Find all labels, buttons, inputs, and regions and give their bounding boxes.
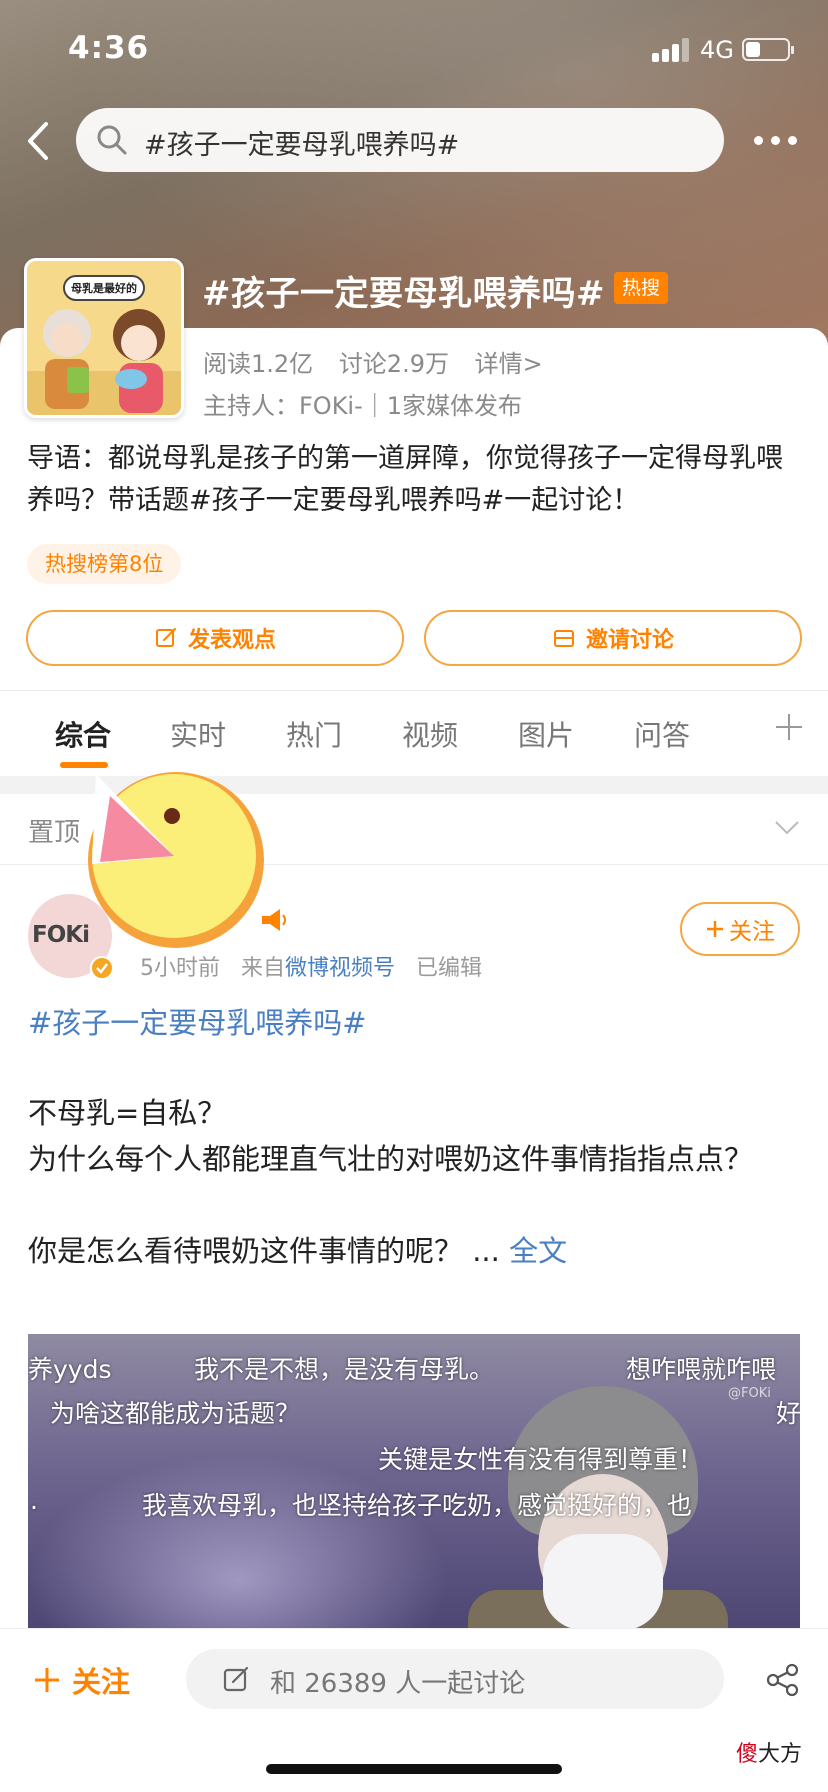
more-button[interactable] — [752, 128, 800, 152]
add-tab-icon[interactable] — [774, 712, 804, 742]
post-source-prefix: 来自 — [241, 956, 286, 981]
home-indicator[interactable] — [266, 1764, 562, 1774]
chevron-down-icon — [775, 821, 799, 835]
post-source-link[interactable]: 微博视频号 — [285, 956, 395, 981]
tab-qa[interactable]: 问答 — [634, 714, 690, 754]
search-icon — [97, 125, 127, 155]
tab-hot[interactable]: 热门 — [286, 714, 342, 754]
video-player[interactable]: 养yyds 我不是不想，是没有母乳。 想咋喂就咋喂 为啥这都能成为话题？ 关键是… — [28, 1334, 800, 1630]
invite-discussion-label: 邀请讨论 — [585, 628, 674, 653]
post-edited-label: 已编辑 — [416, 956, 483, 981]
post-hashtag[interactable]: #孩子一定要母乳喂养吗# — [28, 1000, 367, 1042]
hot-badge: 热搜 — [614, 272, 669, 304]
network-label: 4G — [700, 36, 734, 64]
read-full-link[interactable]: 全文 — [509, 1234, 567, 1268]
danmaku-comment: 好 — [776, 1399, 800, 1428]
plus-icon — [35, 1668, 59, 1692]
follow-label: 关注 — [729, 919, 775, 945]
more-dot-icon — [754, 136, 763, 145]
mail-icon — [553, 630, 574, 647]
bottom-follow-button[interactable]: 关注 — [34, 1659, 130, 1701]
discuss-input[interactable]: 和 26389 人一起讨论 — [186, 1649, 724, 1709]
danmaku-comment: 为啥这都能成为话题？ — [50, 1399, 301, 1428]
details-link[interactable]: 详情> — [475, 350, 543, 378]
danmaku-comment: . — [30, 1486, 38, 1515]
bottom-follow-label: 关注 — [72, 1665, 131, 1699]
back-button[interactable] — [20, 116, 60, 166]
discussion-count: 讨论2.9万 — [338, 350, 449, 378]
bottom-bar: 关注 和 26389 人一起讨论 — [0, 1628, 828, 1728]
edit-icon — [155, 628, 176, 647]
tab-overview[interactable]: 综合 — [55, 714, 111, 754]
search-box[interactable]: #孩子一定要母乳喂养吗# — [76, 108, 724, 172]
tab-realtime[interactable]: 实时 — [170, 714, 226, 754]
topic-intro: 导语：都说母乳是孩子的第一道屏障，你觉得孩子一定得母乳喂养吗？带话题#孩子一定要… — [27, 443, 783, 516]
topic-title: #孩子一定要母乳喂养吗# — [202, 274, 605, 314]
topic-host[interactable]: 主持人：FOKi-｜1家媒体发布 — [203, 386, 522, 421]
post-opinion-button[interactable]: 发表观点 — [26, 610, 404, 666]
discuss-placeholder: 和 26389 人一起讨论 — [270, 1669, 526, 1699]
status-bar: 4:36 4G — [0, 0, 828, 100]
danmaku-comment: 关键是女性有没有得到尊重！ — [378, 1445, 704, 1474]
hot-rank-chip[interactable]: 热搜榜第8位 — [27, 544, 182, 584]
search-query: #孩子一定要母乳喂养吗# — [144, 130, 460, 161]
corner-watermark-rest: 大方 — [758, 1742, 803, 1767]
read-count: 阅读1.2亿 — [203, 350, 314, 378]
post-question: 你是怎么看待喂奶这件事情的呢？ ... — [28, 1234, 500, 1268]
battery-icon — [742, 38, 794, 61]
topic-stats: 阅读1.2亿 讨论2.9万 详情> — [203, 344, 561, 379]
tab-video[interactable]: 视频 — [402, 714, 458, 754]
danmaku-comment: 想咋喂就咋喂 — [626, 1355, 777, 1384]
divider — [0, 690, 828, 691]
follow-button[interactable]: 关注 — [680, 902, 800, 956]
thumbnail-caption: 母乳是最好的 — [63, 275, 145, 301]
verified-badge-icon — [90, 956, 114, 980]
video-watermark: @FOKi — [728, 1386, 771, 1401]
plus-icon — [707, 921, 723, 937]
topic-thumbnail: 母乳是最好的 — [24, 258, 184, 418]
corner-watermark: 傻大方 — [736, 1736, 802, 1768]
signal-icon — [652, 38, 696, 62]
post-question-line: 你是怎么看待喂奶这件事情的呢？ ... 全文 — [28, 1228, 800, 1274]
danmaku-comment: 我喜欢母乳，也坚持给孩子吃奶，感觉挺好的，也 — [142, 1491, 693, 1520]
post-time: 5小时前 — [140, 956, 220, 981]
tab-images[interactable]: 图片 — [518, 714, 574, 754]
post-body: 不母乳=自私？ 为什么每个人都能理直气壮的对喂奶这件事情指指点点？ 你是怎么看待… — [28, 1090, 800, 1274]
chevron-left-icon — [28, 122, 48, 160]
invite-discussion-button[interactable]: 邀请讨论 — [424, 610, 802, 666]
share-icon[interactable] — [766, 1663, 800, 1697]
pacman-sticker — [88, 772, 264, 948]
more-dot-icon — [771, 136, 780, 145]
status-time: 4:36 — [68, 30, 150, 66]
post-line: 为什么每个人都能理直气壮的对喂奶这件事情指指点点？ — [28, 1142, 754, 1176]
danmaku-comment: 我不是不想，是没有母乳。 — [194, 1355, 495, 1384]
post-opinion-label: 发表观点 — [187, 628, 276, 653]
corner-watermark-red: 傻 — [736, 1742, 759, 1767]
post-line: 不母乳=自私？ — [28, 1096, 227, 1130]
more-dot-icon — [788, 136, 797, 145]
compose-icon — [223, 1666, 249, 1692]
danmaku-comment: 养yyds — [28, 1355, 112, 1384]
